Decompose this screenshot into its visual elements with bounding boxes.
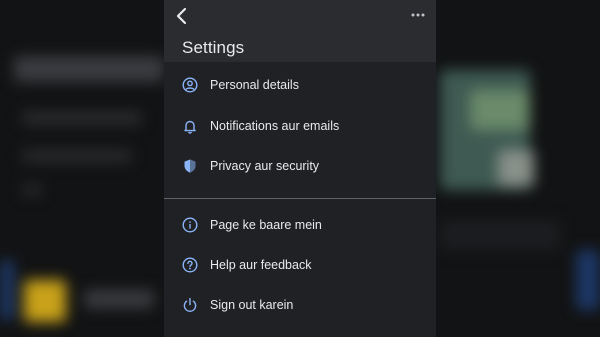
- menu-item-label: Sign out karein: [210, 298, 294, 312]
- page-title: Settings: [182, 38, 245, 57]
- account-circle-icon: [181, 76, 199, 94]
- menu-item-help-feedback[interactable]: Help aur feedback: [164, 245, 436, 285]
- menu-item-label: Help aur feedback: [210, 258, 312, 272]
- menu-item-label: Notifications aur emails: [210, 119, 340, 133]
- menu-item-personal-details[interactable]: Personal details: [164, 65, 436, 105]
- more-horizontal-icon: [411, 13, 425, 17]
- settings-header: Settings: [164, 0, 436, 62]
- menu-item-privacy-security[interactable]: Privacy aur security: [164, 146, 436, 186]
- menu-item-label: Privacy aur security: [210, 159, 320, 173]
- more-options-button[interactable]: [408, 5, 428, 25]
- menu-item-about-page[interactable]: Page ke baare mein: [164, 205, 436, 245]
- menu-item-label: Personal details: [210, 78, 299, 92]
- menu-item-sign-out[interactable]: Sign out karein: [164, 285, 436, 325]
- menu-item-notifications[interactable]: Notifications aur emails: [164, 106, 436, 146]
- bell-icon: [181, 117, 199, 135]
- chevron-left-icon: [176, 7, 187, 25]
- power-icon: [181, 296, 199, 314]
- help-icon: [181, 256, 199, 274]
- back-button[interactable]: [170, 4, 194, 28]
- section-divider: [164, 198, 436, 199]
- menu-item-label: Page ke baare mein: [210, 218, 322, 232]
- info-icon: [181, 216, 199, 234]
- settings-panel: Settings Personal details Notifications …: [164, 0, 436, 337]
- shield-icon: [181, 157, 199, 175]
